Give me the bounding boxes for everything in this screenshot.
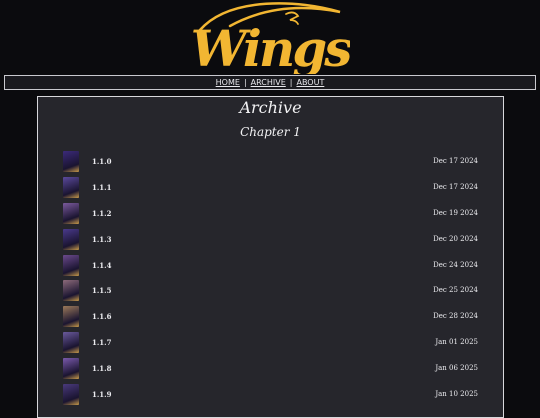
archive-row[interactable]: 1.1.5 Dec 25 2024 [38,278,503,304]
page-thumbnail[interactable] [63,384,79,406]
archive-row[interactable]: 1.1.7 Jan 01 2025 [38,330,503,356]
nav-about-link[interactable]: ABOUT [296,78,324,87]
wings-logo-icon: Wings [191,2,350,74]
page-label[interactable]: 1.1.8 [92,364,112,373]
archive-row[interactable]: 1.1.1 Dec 17 2024 [38,175,503,201]
page-label[interactable]: 1.1.1 [92,183,112,192]
page-date: Jan 10 2025 [435,390,478,399]
page-label[interactable]: 1.1.3 [92,235,112,244]
page-thumbnail[interactable] [63,151,79,172]
page-date: Dec 25 2024 [433,286,478,295]
page-date: Dec 19 2024 [433,208,478,217]
site-logo[interactable]: Wings [0,0,540,74]
nav-home-link[interactable]: HOME [216,78,240,87]
archive-row[interactable]: 1.1.2 Dec 19 2024 [38,201,503,227]
page-thumbnail[interactable] [63,202,79,224]
page-thumbnail[interactable] [63,358,79,380]
page-date: Dec 17 2024 [433,157,478,165]
page-label[interactable]: 1.1.9 [92,390,112,399]
page-date: Dec 24 2024 [433,260,478,269]
page-label[interactable]: 1.1.4 [92,261,112,270]
nav-separator: | [289,78,293,87]
archive-row[interactable]: 1.1.6 Dec 28 2024 [38,304,503,330]
page-thumbnail[interactable] [63,228,79,250]
archive-list: 1.1.0 Dec 17 2024 1.1.1 Dec 17 2024 1.1.2 Dec… [38,149,503,408]
page-label[interactable]: 1.1.5 [92,286,112,295]
page-title: Archive [239,98,302,117]
archive-row[interactable]: 1.1.9 Jan 10 2025 [38,382,503,408]
archive-row[interactable]: 1.1.0 Dec 17 2024 [38,149,503,175]
chapter-heading: Chapter 1 [240,125,301,139]
page-date: Dec 17 2024 [433,182,478,191]
page-label[interactable]: 1.1.7 [92,338,112,347]
archive-row[interactable]: 1.1.3 Dec 20 2024 [38,227,503,253]
page-thumbnail[interactable] [63,176,79,198]
nav-separator: | [243,78,247,87]
page-date: Jan 06 2025 [435,364,478,373]
page-label[interactable]: 1.1.2 [92,209,112,218]
page-date: Dec 28 2024 [433,312,478,321]
logo-text: Wings [191,19,350,74]
page-thumbnail[interactable] [63,254,79,276]
archive-row[interactable]: 1.1.8 Jan 06 2025 [38,356,503,382]
page-label[interactable]: 1.1.6 [92,312,112,321]
page-label[interactable]: 1.1.0 [92,157,112,166]
archive-panel: Archive Chapter 1 1.1.0 Dec 17 2024 1.1.1 D… [37,96,504,418]
main-nav: HOME | ARCHIVE | ABOUT [4,75,536,90]
page-thumbnail[interactable] [63,332,79,354]
page-date: Dec 20 2024 [433,234,478,243]
page-thumbnail[interactable] [63,280,79,302]
nav-archive-link[interactable]: ARCHIVE [251,78,286,87]
page-date: Jan 01 2025 [435,338,478,347]
archive-row[interactable]: 1.1.4 Dec 24 2024 [38,253,503,279]
page-thumbnail[interactable] [63,306,79,328]
